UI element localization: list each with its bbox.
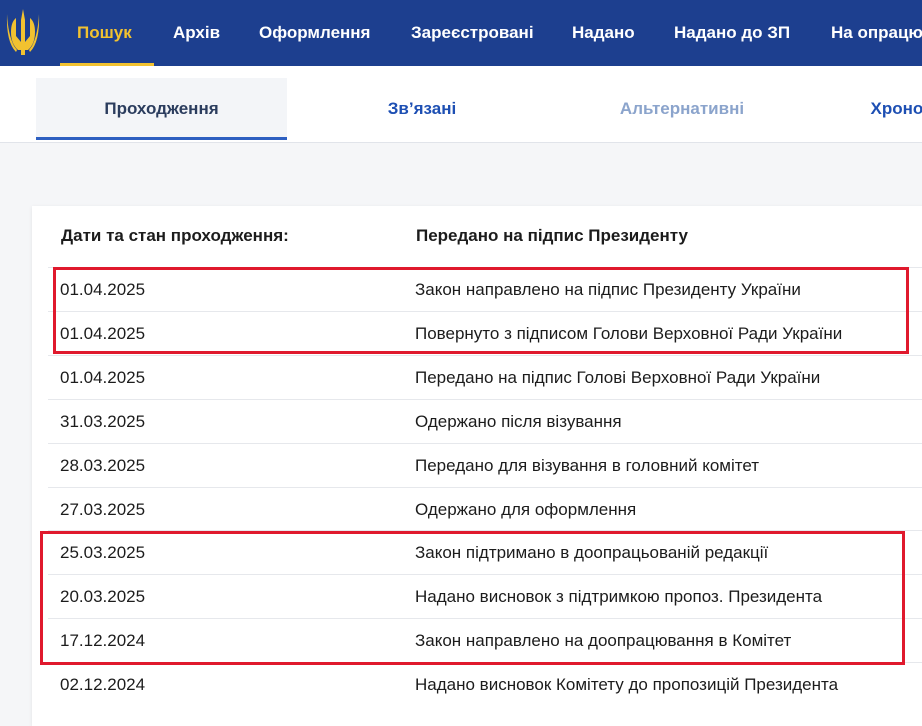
tab-alternative[interactable]: Альтернативні — [590, 78, 774, 140]
table-row: 25.03.2025 Закон підтримано в доопрацьов… — [48, 530, 922, 574]
row-status: Закон направлено на підпис Президенту Ук… — [415, 280, 801, 299]
nav-item-in-processing[interactable]: На опрацюванні — [831, 0, 922, 66]
row-date: 01.04.2025 — [60, 368, 146, 387]
tab-passage[interactable]: Проходження — [36, 78, 287, 140]
trident-logo-icon[interactable] — [4, 6, 42, 58]
row-status: Одержано після візування — [415, 412, 622, 431]
row-date: 27.03.2025 — [60, 500, 146, 519]
row-status: Повернуто з підписом Голови Верховної Ра… — [415, 324, 843, 343]
table-row: 02.12.2024 Надано висновок Комітету до п… — [48, 662, 922, 706]
nav-item-formatting[interactable]: Оформлення — [259, 0, 370, 66]
row-date: 31.03.2025 — [60, 412, 146, 431]
table-row: 01.04.2025 Закон направлено на підпис Пр… — [48, 267, 922, 311]
table-row: 27.03.2025 Одержано для оформлення — [48, 487, 922, 531]
nav-item-registered[interactable]: Зареєстровані — [411, 0, 534, 66]
tab-chronology[interactable]: Хронологія — [838, 78, 922, 140]
table-header: Дати та стан проходження: Передано на пі… — [32, 206, 922, 266]
row-status: Передано на підпис Голові Верховної Ради… — [415, 368, 821, 387]
row-date: 20.03.2025 — [60, 587, 146, 606]
table-row: 01.04.2025 Повернуто з підписом Голови В… — [48, 311, 922, 355]
row-date: 28.03.2025 — [60, 456, 146, 475]
row-date: 02.12.2024 — [60, 675, 146, 694]
table-row: 20.03.2025 Надано висновок з підтримкою … — [48, 574, 922, 618]
table-row: 01.04.2025 Передано на підпис Голові Вер… — [48, 355, 922, 399]
nav-item-submitted[interactable]: Надано — [572, 0, 635, 66]
tab-linked[interactable]: Зв’язані — [340, 78, 504, 140]
row-status: Передано для візування в головний коміте… — [415, 456, 760, 475]
row-status: Одержано для оформлення — [415, 500, 637, 519]
row-date: 17.12.2024 — [60, 631, 146, 650]
row-date: 01.04.2025 — [60, 280, 146, 299]
nav-item-search[interactable]: Пошук — [77, 0, 132, 66]
top-navigation: Пошук Архів Оформлення Зареєстровані Над… — [0, 0, 922, 66]
row-status: Закон направлено на доопрацювання в Комі… — [415, 631, 792, 650]
nav-item-submitted-zp[interactable]: Надано до ЗП — [674, 0, 790, 66]
tab-bar: Проходження Зв’язані Альтернативні Хроно… — [0, 66, 922, 143]
table-row: 17.12.2024 Закон направлено на доопрацюв… — [48, 618, 922, 662]
table-row: 31.03.2025 Одержано після візування — [48, 399, 922, 443]
row-date: 25.03.2025 — [60, 543, 146, 562]
row-status: Надано висновок Комітету до пропозицій П… — [415, 675, 839, 694]
header-dates-status: Дати та стан проходження: — [61, 226, 289, 245]
nav-item-archive[interactable]: Архів — [173, 0, 220, 66]
header-current-status: Передано на підпис Президенту — [416, 226, 688, 245]
table-row: 28.03.2025 Передано для візування в голо… — [48, 443, 922, 487]
row-status: Надано висновок з підтримкою пропоз. Пре… — [415, 587, 823, 606]
row-status: Закон підтримано в доопрацьованій редакц… — [415, 543, 769, 562]
row-date: 01.04.2025 — [60, 324, 146, 343]
